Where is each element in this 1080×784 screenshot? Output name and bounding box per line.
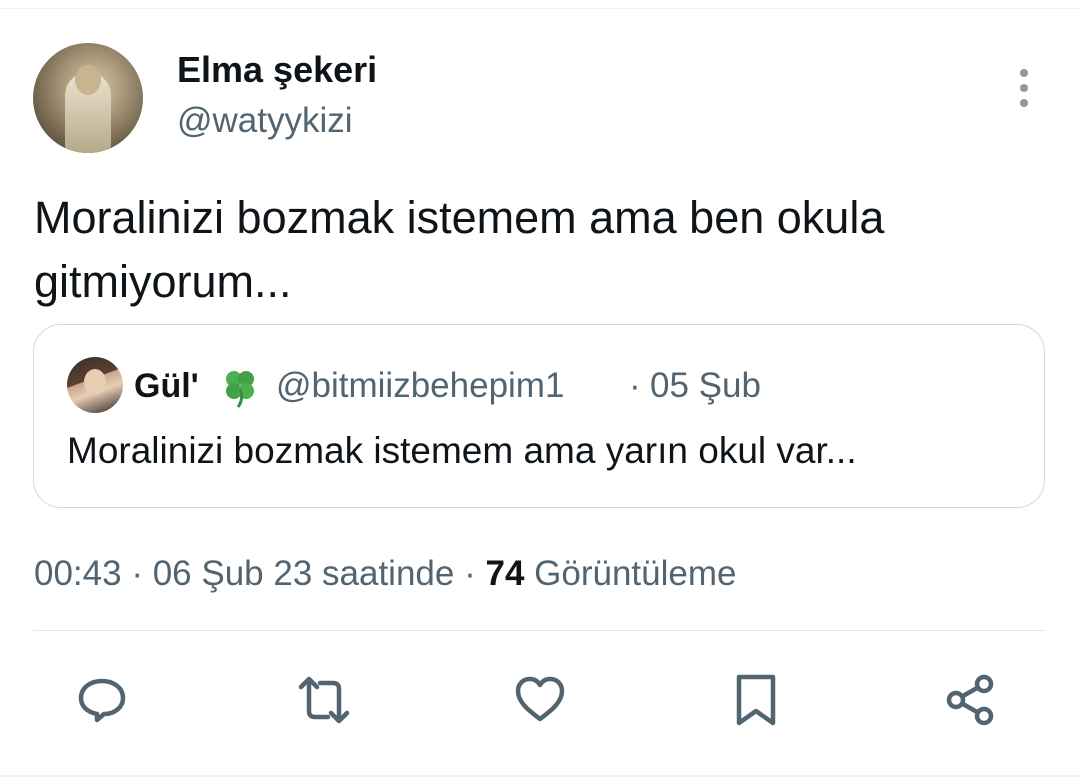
more-options-button[interactable] [1004, 66, 1044, 110]
quote-author-name[interactable]: Gül' [134, 366, 199, 406]
top-divider [0, 8, 1080, 9]
author-handle[interactable]: @watyykizi [177, 101, 353, 141]
meta-separator: · [464, 554, 476, 593]
views-label: Görüntüleme [534, 554, 737, 593]
meta-separator: · [131, 554, 143, 593]
more-dot [1020, 84, 1028, 92]
more-dot [1020, 99, 1028, 107]
author-avatar[interactable] [33, 43, 143, 153]
tweet-date[interactable]: 06 Şub 23 saatinde [153, 554, 455, 593]
reply-button[interactable] [74, 672, 130, 728]
author-name[interactable]: Elma şekeri [177, 50, 377, 90]
quote-date[interactable]: 05 Şub [650, 366, 761, 406]
quote-author-avatar[interactable] [67, 357, 123, 413]
tweet-meta: 00:43 · 06 Şub 23 saatinde · 74 Görüntül… [34, 552, 736, 596]
views-count: 74 [485, 554, 525, 593]
reply-icon [78, 678, 126, 723]
quoted-tweet-card[interactable]: Gül' @bitmiizbehepim1 · 05 Şub Moraliniz… [33, 324, 1045, 508]
heart-icon [515, 676, 565, 722]
like-button[interactable] [512, 672, 568, 728]
bookmark-button[interactable] [728, 672, 784, 728]
bottom-divider [0, 775, 1080, 777]
quote-text: Moralinizi bozmak istemem ama yarın okul… [67, 430, 857, 471]
four-leaf-clover-icon [226, 371, 254, 408]
avatar-head [75, 65, 101, 95]
tweet-text: Moralinizi bozmak istemem ama ben okula … [34, 192, 885, 307]
quote-separator: · [629, 366, 641, 405]
share-button[interactable] [942, 672, 998, 728]
retweet-icon [298, 676, 350, 724]
more-vertical-icon [1020, 69, 1028, 77]
tweet-time[interactable]: 00:43 [34, 554, 122, 593]
retweet-button[interactable] [296, 672, 352, 728]
quote-author-handle[interactable]: @bitmiizbehepim1 [276, 366, 564, 406]
share-icon [946, 674, 994, 726]
action-divider [33, 630, 1046, 631]
bookmark-icon [736, 674, 776, 726]
quote-avatar-face [84, 369, 106, 395]
